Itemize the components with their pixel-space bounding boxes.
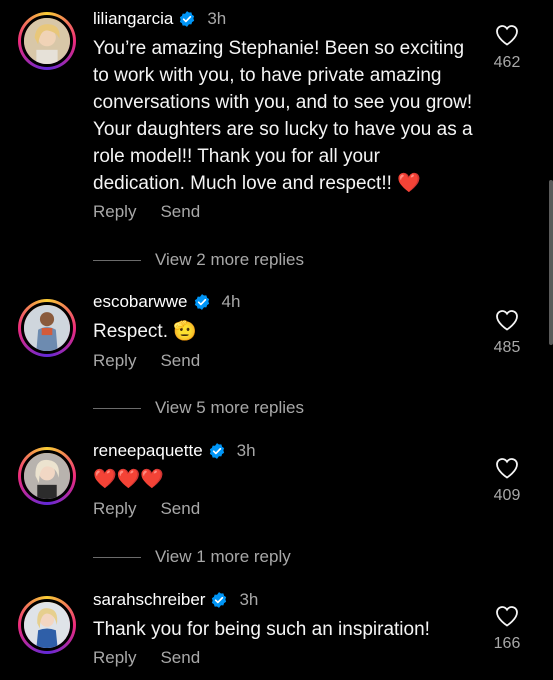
like-area: 462 [489, 24, 525, 72]
divider [93, 556, 141, 558]
like-area: 409 [489, 457, 525, 505]
username[interactable]: sarahschreiber [93, 590, 205, 610]
reply-button[interactable]: Reply [93, 202, 136, 222]
comment-actions: Reply Send [93, 499, 200, 519]
divider [93, 407, 141, 409]
send-button[interactable]: Send [160, 499, 200, 519]
heart-outline-icon[interactable] [495, 309, 519, 331]
reply-button[interactable]: Reply [93, 648, 136, 668]
avatar[interactable] [18, 299, 76, 357]
avatar-image-icon [24, 18, 70, 64]
timestamp: 4h [221, 292, 241, 311]
avatar[interactable] [18, 12, 76, 70]
comment-header: liliangarcia 3h [93, 9, 226, 29]
comment-actions: Reply Send [93, 202, 200, 222]
send-button[interactable]: Send [160, 648, 200, 668]
like-count: 409 [493, 487, 521, 504]
heart-outline-icon[interactable] [495, 24, 519, 46]
verified-badge-icon [178, 10, 196, 28]
like-count: 166 [493, 635, 521, 652]
avatar-photo [21, 302, 73, 354]
avatar[interactable] [18, 447, 76, 505]
comment-header: reneepaquette 3h [93, 441, 256, 461]
view-more-replies[interactable]: View 2 more replies [93, 250, 304, 270]
view-more-replies[interactable]: View 5 more replies [93, 398, 304, 418]
like-count: 462 [493, 54, 521, 71]
timestamp: 3h [207, 9, 227, 28]
comment-text: You’re amazing Stephanie! Been so exciti… [93, 38, 473, 194]
comment-actions: Reply Send [93, 648, 200, 668]
verified-badge-icon [193, 293, 211, 311]
avatar-image-icon [24, 602, 70, 648]
timestamp: 3h [236, 441, 256, 460]
avatar-image-icon [24, 453, 70, 499]
comment-header: sarahschreiber 3h [93, 590, 258, 610]
comment-actions: Reply Send [93, 351, 200, 371]
comment-text: Thank you for being such an inspiration! [93, 619, 430, 640]
like-count: 485 [493, 339, 521, 356]
divider [93, 259, 141, 261]
username[interactable]: liliangarcia [93, 9, 173, 29]
send-button[interactable]: Send [160, 202, 200, 222]
heart-outline-icon[interactable] [495, 605, 519, 627]
view-more-replies-label: View 5 more replies [155, 398, 304, 417]
avatar-image-icon [24, 305, 70, 351]
scrollbar[interactable] [549, 180, 553, 345]
avatar-photo [21, 15, 73, 67]
avatar-photo [21, 450, 73, 502]
send-button[interactable]: Send [160, 351, 200, 371]
view-more-replies-label: View 1 more reply [155, 547, 291, 566]
verified-badge-icon [208, 442, 226, 460]
timestamp: 3h [239, 590, 259, 609]
comment-text: Respect. 🫡 [93, 321, 197, 342]
reply-button[interactable]: Reply [93, 499, 136, 519]
verified-badge-icon [210, 591, 228, 609]
view-more-replies[interactable]: View 1 more reply [93, 547, 291, 567]
username[interactable]: reneepaquette [93, 441, 203, 461]
avatar-photo [21, 599, 73, 651]
avatar[interactable] [18, 596, 76, 654]
comment-text: ❤️❤️❤️ [93, 469, 164, 490]
heart-outline-icon[interactable] [495, 457, 519, 479]
like-area: 485 [489, 309, 525, 357]
comment-header: escobarwwe 4h [93, 292, 240, 312]
reply-button[interactable]: Reply [93, 351, 136, 371]
view-more-replies-label: View 2 more replies [155, 250, 304, 269]
username[interactable]: escobarwwe [93, 292, 188, 312]
like-area: 166 [489, 605, 525, 653]
